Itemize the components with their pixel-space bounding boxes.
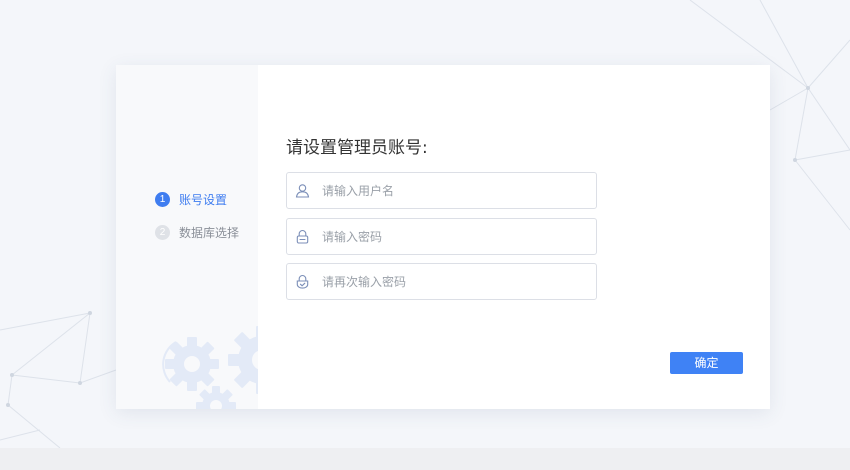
setup-dialog: 1 账号设置 2 数据库选择 请设置管理员账号: 请输入用户名 确定 [116,65,770,409]
password-field[interactable] [286,218,597,255]
user-icon [295,183,310,198]
step-account-settings[interactable]: 1 账号设置 [155,191,227,207]
step-database-selection[interactable]: 2 数据库选择 [155,224,239,240]
step-label: 数据库选择 [179,225,240,240]
username-input[interactable] [322,175,582,206]
step-number-badge: 2 [155,224,170,240]
confirm-password-input[interactable] [322,266,582,297]
lock-icon [295,229,310,244]
step-label: 账号设置 [179,192,228,207]
confirm-password-field[interactable] [286,263,597,300]
step-number-badge: 1 [155,191,170,207]
username-field[interactable] [286,172,597,209]
steps-sidebar: 1 账号设置 2 数据库选择 [116,65,258,409]
confirm-button[interactable]: 确定 [670,352,743,374]
gears-icon [162,326,258,409]
page-title: 请设置管理员账号: [286,138,428,158]
bottom-strip [0,448,850,470]
shield-lock-icon [295,274,310,289]
password-input[interactable] [322,221,582,252]
